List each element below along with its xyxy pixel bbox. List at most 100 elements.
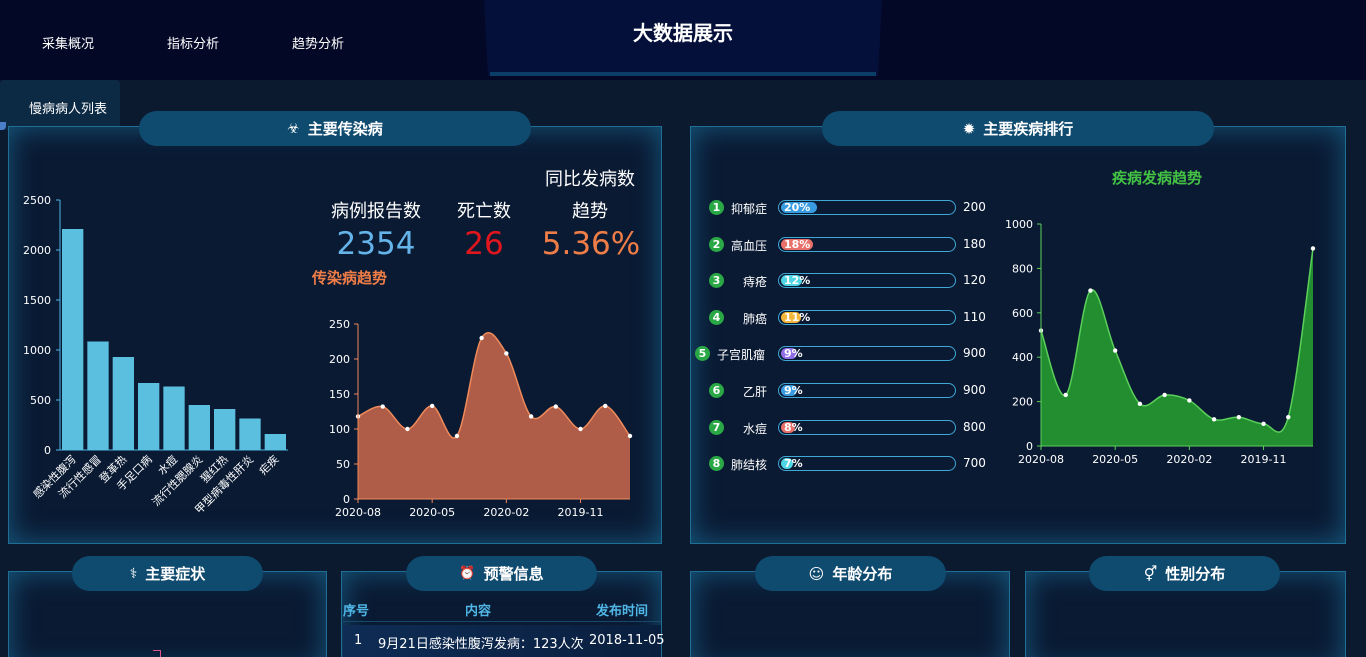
warning-row-no: 1 [354, 633, 363, 648]
y-tick-label: 200 [1012, 396, 1033, 409]
gender-icon: ⚥ [1143, 564, 1158, 583]
chronic-patient-list-tab[interactable]: 慢病病人列表 [0, 80, 120, 130]
chronic-patient-list-label: 慢病病人列表 [29, 102, 108, 117]
progress-track: 7% [778, 456, 956, 472]
ranking-row[interactable]: 3 痔疮 12% 120 [697, 271, 997, 293]
y-tick-label: 2000 [23, 244, 51, 257]
data-point [1187, 398, 1192, 403]
x-tick-label: 2019-11 [1241, 453, 1287, 465]
warning-col-time: 发布时间 [596, 604, 649, 619]
x-tick-label: 2019-11 [558, 506, 604, 519]
progress-track: 18% [778, 236, 956, 252]
age-panel-title: 年龄分布 [832, 565, 893, 583]
nav-item-indicators[interactable]: 指标分析 [167, 33, 219, 52]
warning-panel-header: ⏰ 预警信息 [406, 556, 597, 591]
disease-count: 700 [963, 456, 986, 471]
warning-row-time: 2018-11-05 [589, 633, 665, 648]
ranking-row[interactable]: 4 肺癌 11% 110 [697, 308, 997, 330]
data-point [1261, 421, 1266, 426]
ranking-row[interactable]: 5 子宫肌瘤 9% 900 [695, 344, 997, 366]
bar [163, 386, 185, 450]
ranking-row[interactable]: 1 抑郁症 20% 200 [697, 198, 997, 220]
disease-trend-chart: 0 200 400 600 800 1000 2020-08 2020-05 2020-02 20… [1005, 218, 1316, 465]
disease-count: 800 [963, 419, 986, 434]
infectious-panel-header: ☣ 主要传染病 [139, 111, 531, 146]
ranking-row[interactable]: 6 乙肝 9% 900 [697, 381, 997, 403]
nav-item-collection[interactable]: 采集概况 [42, 33, 94, 52]
yoy-trend-value: 5.36% [541, 226, 641, 262]
page-title: 大数据展示 [633, 21, 733, 45]
data-point [380, 404, 385, 409]
progress-fill: 20% [781, 202, 817, 213]
progress-fill: 8% [781, 421, 803, 433]
data-point [578, 426, 583, 432]
y-tick-label: 400 [1012, 351, 1033, 364]
progress-track: 11% [778, 309, 956, 325]
disease-name: 子宫肌瘤 [716, 348, 765, 363]
progress-fill: 12% [781, 275, 810, 287]
disease-name: 乙肝 [742, 385, 767, 399]
trend-area [1041, 248, 1313, 446]
trend-area [358, 332, 630, 499]
data-point [553, 404, 559, 409]
disease-name: 肺癌 [742, 311, 767, 326]
disease-name: 痔疮 [742, 275, 767, 290]
death-count-value: 26 [464, 226, 504, 262]
nav-item-trends[interactable]: 趋势分析 [292, 33, 344, 52]
infectious-panel-title: 主要传染病 [307, 120, 383, 138]
head-icon: ☺ [808, 564, 825, 583]
bar [87, 341, 109, 450]
disease-count: 200 [963, 200, 986, 214]
symptoms-chart-edge-v [160, 650, 161, 657]
disease-name: 抑郁症 [730, 202, 767, 216]
data-point [429, 403, 435, 409]
x-tick-label: 2020-08 [1018, 453, 1064, 465]
biohazard-icon: ☣ [287, 120, 300, 137]
disease-count: 900 [963, 383, 986, 397]
data-point [1088, 288, 1093, 293]
y-tick-label: 500 [30, 394, 51, 407]
yoy-trend-label: 同比发病数 [545, 169, 635, 190]
data-point [1162, 392, 1167, 398]
ranking-row[interactable]: 7 水痘 8% 800 [697, 418, 997, 440]
y-tick-label: 1500 [23, 294, 51, 307]
infectious-trend-title: 传染病趋势 [312, 269, 388, 287]
ranking-panel-header: ✹ 主要疾病排行 [822, 111, 1214, 146]
y-tick-label: 150 [329, 388, 350, 401]
warning-row-content: 9月21日感染性腹泻发病：123人次 [378, 637, 584, 652]
x-tick-label: 2020-08 [335, 506, 381, 519]
disease-trend-title: 疾病发病趋势 [1112, 169, 1203, 187]
y-tick-label: 1000 [1005, 218, 1033, 231]
data-point [1211, 417, 1217, 422]
progress-fill: 11% [781, 311, 810, 323]
infectious-bar-chart: 05001000150020002500感染性腹泻流行性感冒登革热手足口病 水痘流… [23, 194, 288, 517]
x-tick-label: 2020-02 [483, 506, 529, 519]
x-tick-label: 2020-02 [1166, 453, 1212, 465]
data-point [1310, 246, 1316, 251]
data-point [405, 426, 410, 432]
disease-count: 900 [963, 346, 986, 361]
warning-col-content: 内容 [465, 604, 492, 619]
disease-name: 高血压 [730, 238, 767, 253]
bar [264, 434, 286, 450]
yoy-trend-label-2: 趋势 [572, 201, 608, 222]
x-tick-label: 2020-05 [1092, 453, 1138, 465]
bar [188, 405, 210, 450]
warning-panel-title: 预警信息 [483, 565, 544, 583]
ranking-row[interactable]: 2 高血压 18% 180 [697, 235, 997, 257]
gender-panel-header: ⚥ 性别分布 [1089, 556, 1280, 591]
infectious-trend-chart: 0 50 100 150 200 250 2020-08 2020-05 2020-02 2019… [329, 318, 633, 519]
data-point [1112, 348, 1118, 353]
stethoscope-icon: ⚕ [129, 565, 138, 582]
warning-col-no: 序号 [343, 604, 370, 619]
progress-track: 12% [778, 273, 956, 289]
data-point [454, 433, 460, 439]
ranking-row[interactable]: 8 肺结核 7% 700 [697, 454, 997, 476]
data-point [479, 335, 484, 341]
data-point [528, 414, 534, 419]
progress-track: 8% [778, 419, 956, 435]
y-tick-label: 200 [329, 353, 350, 366]
report-count-value: 2354 [336, 226, 416, 262]
ranking-panel-title: 主要疾病排行 [983, 120, 1074, 138]
progress-track: 9% [778, 346, 956, 362]
